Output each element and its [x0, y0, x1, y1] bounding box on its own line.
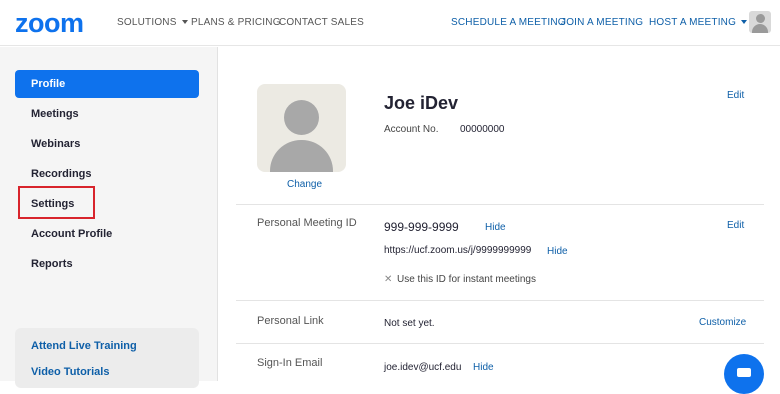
video-tutorials-link[interactable]: Video Tutorials	[31, 366, 109, 378]
hide-meeting-id-link[interactable]: Hide	[485, 222, 506, 233]
edit-meeting-id-link[interactable]: Edit	[727, 220, 744, 231]
sidebar-item-profile[interactable]: Profile	[15, 70, 199, 98]
person-body-shape	[270, 140, 333, 172]
personal-meeting-id-value: 999-999-9999	[384, 220, 459, 234]
sidebar-item-recordings[interactable]: Recordings	[15, 160, 199, 188]
chevron-down-icon	[181, 20, 188, 24]
sidebar-item-meetings[interactable]: Meetings	[15, 100, 199, 128]
user-avatar[interactable]	[749, 11, 771, 33]
nav-plans-pricing[interactable]: PLANS & PRICING	[191, 17, 281, 28]
profile-name: Joe iDev	[384, 93, 459, 113]
zoom-logo[interactable]: zoom	[15, 8, 84, 38]
account-number-label: Account No.	[384, 124, 439, 135]
nav-host-meeting-menu[interactable]: HOST A MEETING	[649, 17, 748, 28]
personal-link-value: Not set yet.	[384, 318, 435, 329]
divider	[236, 300, 764, 301]
sidebar-item-account-profile[interactable]: Account Profile	[15, 220, 199, 248]
personal-meeting-url: https://ucf.zoom.us/j/9999999999	[384, 245, 532, 256]
instant-meeting-option: Use this ID for instant meetings	[397, 274, 536, 285]
divider	[236, 204, 764, 205]
hide-meeting-url-link[interactable]: Hide	[547, 246, 568, 257]
sign-in-email-value: joe.idev@ucf.edu	[384, 362, 462, 373]
personal-meeting-id-label: Personal Meeting ID	[257, 217, 357, 229]
sidebar-item-webinars[interactable]: Webinars	[15, 130, 199, 158]
divider	[236, 343, 764, 344]
personal-link-label: Personal Link	[257, 315, 324, 327]
nav-schedule-meeting[interactable]: SCHEDULE A MEETING	[451, 17, 566, 28]
chevron-down-icon	[741, 20, 748, 24]
close-icon[interactable]: ✕	[384, 274, 392, 285]
sidebar-help-panel	[15, 328, 199, 388]
person-head-shape	[284, 100, 319, 135]
change-photo-link[interactable]: Change	[287, 179, 322, 190]
nav-solutions-menu[interactable]: SOLUTIONS	[117, 17, 188, 28]
edit-profile-link[interactable]: Edit	[727, 90, 744, 101]
settings-highlight-box	[18, 186, 95, 219]
account-number-value: 00000000	[460, 124, 505, 135]
hide-email-link[interactable]: Hide	[473, 362, 494, 373]
attend-live-training-link[interactable]: Attend Live Training	[31, 340, 137, 352]
nav-contact-sales[interactable]: CONTACT SALES	[279, 17, 364, 28]
nav-solutions-label: SOLUTIONS	[117, 17, 177, 28]
sidebar-item-reports[interactable]: Reports	[15, 250, 199, 278]
avatar-head-shape	[756, 14, 765, 23]
avatar-body-shape	[752, 24, 768, 33]
top-navigation-bar: zoom SOLUTIONS PLANS & PRICING CONTACT S…	[0, 0, 780, 46]
chat-icon	[737, 368, 751, 377]
sign-in-email-label: Sign-In Email	[257, 357, 323, 369]
customize-link[interactable]: Customize	[699, 317, 746, 328]
nav-host-meeting-label: HOST A MEETING	[649, 17, 737, 28]
nav-join-meeting[interactable]: JOIN A MEETING	[561, 17, 643, 28]
chat-help-button[interactable]	[724, 354, 764, 394]
profile-picture[interactable]	[257, 84, 346, 172]
